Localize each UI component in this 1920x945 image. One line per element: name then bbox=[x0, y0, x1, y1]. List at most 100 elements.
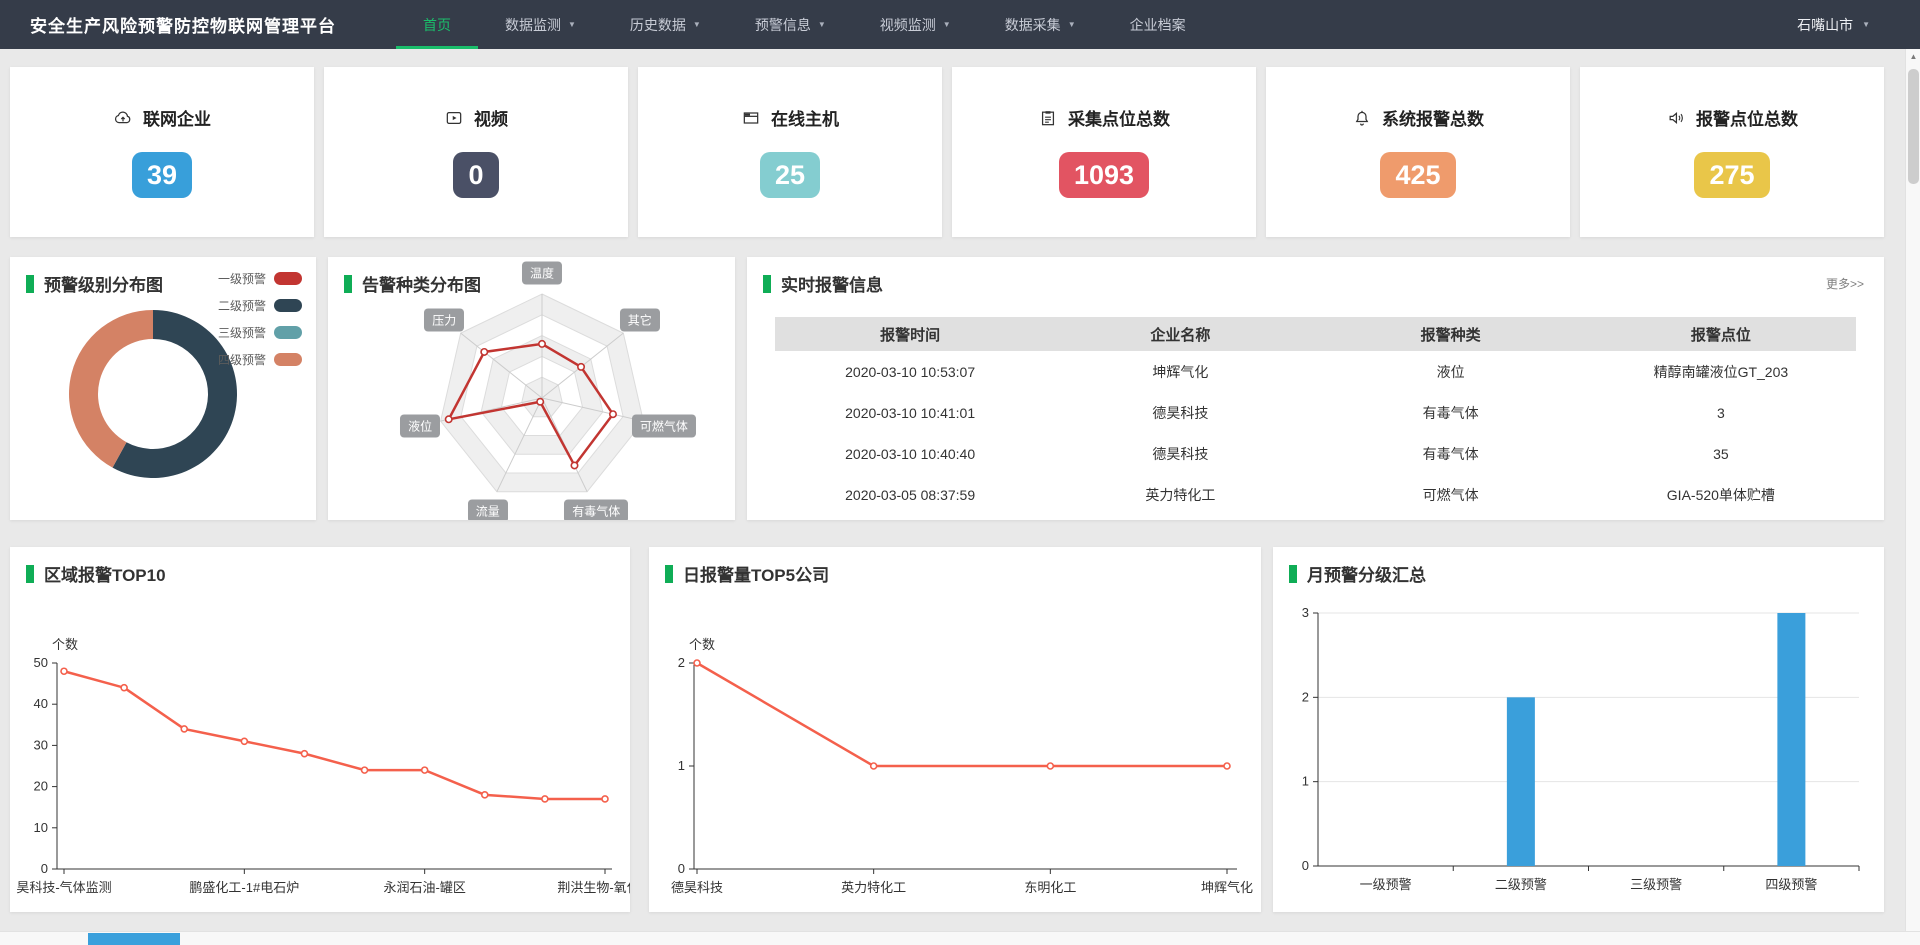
legend-label: 二级预警 bbox=[218, 297, 266, 314]
svg-text:德昊科技: 德昊科技 bbox=[671, 880, 723, 895]
stat-card-value: 39 bbox=[132, 152, 192, 198]
title-accent-bar bbox=[344, 275, 352, 293]
panel-title-text: 告警种类分布图 bbox=[362, 271, 481, 296]
column-header-type: 报警种类 bbox=[1316, 324, 1586, 345]
cell-type: 有毒气体 bbox=[1316, 444, 1586, 464]
radar-axis-label: 可燃气体 bbox=[632, 414, 696, 437]
legend-item-3[interactable]: 三级预警 bbox=[218, 319, 302, 346]
chevron-down-icon: ▼ bbox=[693, 20, 701, 29]
stat-card-value: 425 bbox=[1380, 152, 1455, 198]
stat-card-title: 报警点位总数 bbox=[1580, 67, 1884, 130]
cell-point: GIA-520单体贮槽 bbox=[1586, 485, 1856, 505]
region-selector[interactable]: 石嘴山市 ▼ bbox=[1797, 0, 1870, 49]
nav-item-enterprise-archive[interactable]: 企业档案 bbox=[1103, 0, 1213, 49]
panel-alarm-type: 告警种类分布图 温度其它可燃气体有毒气体流量液位压力 bbox=[328, 257, 735, 520]
nav-item-home[interactable]: 首页 bbox=[396, 0, 478, 49]
svg-text:个数: 个数 bbox=[689, 637, 715, 652]
cell-type: 有毒气体 bbox=[1316, 403, 1586, 423]
monthly-summary-bar-chart[interactable]: 0123一级预警二级预警三级预警四级预警 bbox=[1273, 547, 1884, 912]
chevron-down-icon: ▼ bbox=[818, 20, 826, 29]
title-accent-bar bbox=[665, 565, 673, 583]
nav-item-data-monitor[interactable]: 数据监测▼ bbox=[478, 0, 603, 49]
navbar: 安全生产风险预警防控物联网管理平台 首页数据监测▼历史数据▼预警信息▼视频监测▼… bbox=[0, 0, 1920, 49]
svg-text:三级预警: 三级预警 bbox=[1630, 877, 1682, 892]
panel-title: 告警种类分布图 bbox=[344, 271, 481, 296]
region-top10-line-chart[interactable]: 个数01020304050昊科技-气体监测鹏盛化工-1#电石炉永润石油-罐区荆洪… bbox=[10, 547, 630, 912]
host-icon bbox=[741, 108, 761, 128]
alarm-row[interactable]: 2020-03-05 08:37:59英力特化工可燃气体GIA-520单体贮槽 bbox=[775, 474, 1856, 515]
legend-item-2[interactable]: 二级预警 bbox=[218, 292, 302, 319]
svg-text:10: 10 bbox=[34, 820, 48, 835]
stat-card-label: 在线主机 bbox=[771, 105, 839, 130]
vertical-scrollbar-thumb[interactable] bbox=[1908, 69, 1919, 184]
clipboard-icon bbox=[1038, 108, 1058, 128]
horizontal-scrollbar-thumb[interactable] bbox=[88, 933, 180, 945]
column-header-time: 报警时间 bbox=[775, 324, 1045, 345]
panel-title-text: 预警级别分布图 bbox=[44, 271, 163, 296]
stat-card-online-hosts: 在线主机25 bbox=[638, 67, 942, 237]
stat-card-title: 在线主机 bbox=[638, 67, 942, 130]
legend-item-4[interactable]: 四级预警 bbox=[218, 346, 302, 373]
nav-item-alert-info[interactable]: 预警信息 ▼ bbox=[728, 0, 853, 49]
svg-text:永润石油-罐区: 永润石油-罐区 bbox=[383, 880, 465, 895]
video-icon bbox=[444, 108, 464, 128]
stat-card-title: 视频 bbox=[324, 67, 628, 130]
cell-company: 坤辉气化 bbox=[1045, 362, 1315, 382]
stat-card-collect-points-total: 采集点位总数1093 bbox=[952, 67, 1256, 237]
cell-point: 精醇南罐液位GT_203 bbox=[1586, 362, 1856, 382]
cell-company: 德昊科技 bbox=[1045, 403, 1315, 423]
cell-time: 2020-03-10 10:41:01 bbox=[775, 405, 1045, 421]
stat-card-online-enterprises: 联网企业39 bbox=[10, 67, 314, 237]
cloud-link-icon bbox=[113, 108, 133, 128]
svg-text:0: 0 bbox=[1302, 858, 1309, 873]
panel-region-top10: 区域报警TOP10 个数01020304050昊科技-气体监测鹏盛化工-1#电石… bbox=[10, 547, 630, 912]
more-link[interactable]: 更多>> bbox=[1826, 275, 1864, 292]
svg-text:英力特化工: 英力特化工 bbox=[841, 880, 906, 895]
scroll-up-icon[interactable]: ▲ bbox=[1906, 52, 1920, 61]
alarm-row[interactable]: 2020-03-10 10:40:40德昊科技有毒气体35 bbox=[775, 433, 1856, 474]
cell-type: 液位 bbox=[1316, 362, 1586, 382]
svg-text:个数: 个数 bbox=[52, 637, 78, 652]
legend-item-1[interactable]: 一级预警 bbox=[218, 265, 302, 292]
svg-text:鹏盛化工-1#电石炉: 鹏盛化工-1#电石炉 bbox=[189, 880, 299, 895]
panel-monthly-summary: 月预警分级汇总 0123一级预警二级预警三级预警四级预警 bbox=[1273, 547, 1884, 912]
stat-card-videos: 视频0 bbox=[324, 67, 628, 237]
nav-item-label: 历史数据 bbox=[630, 15, 686, 35]
svg-text:1: 1 bbox=[678, 758, 685, 773]
panel-title-text: 实时报警信息 bbox=[781, 271, 883, 296]
svg-text:50: 50 bbox=[34, 655, 48, 670]
nav-item-data-collect[interactable]: 数据采集▼ bbox=[978, 0, 1103, 49]
svg-text:30: 30 bbox=[34, 737, 48, 752]
alarm-row[interactable]: 2020-03-10 10:41:01德昊科技有毒气体3 bbox=[775, 392, 1856, 433]
cell-company: 英力特化工 bbox=[1045, 485, 1315, 505]
daily-top5-line-chart[interactable]: 个数012德昊科技英力特化工东明化工坤辉气化 bbox=[649, 547, 1261, 912]
svg-text:二级预警: 二级预警 bbox=[1495, 877, 1547, 892]
stat-card-alarm-points-total: 报警点位总数275 bbox=[1580, 67, 1884, 237]
nav-item-history-data[interactable]: 历史数据 ▼ bbox=[603, 0, 728, 49]
stat-card-label: 采集点位总数 bbox=[1068, 105, 1170, 130]
cell-time: 2020-03-10 10:53:07 bbox=[775, 364, 1045, 380]
svg-text:2: 2 bbox=[1302, 689, 1309, 704]
svg-text:东明化工: 东明化工 bbox=[1024, 880, 1076, 895]
nav-item-label: 数据监测 bbox=[505, 15, 561, 35]
vertical-scrollbar[interactable]: ▲ bbox=[1905, 49, 1920, 931]
svg-text:0: 0 bbox=[678, 861, 685, 876]
svg-text:一级预警: 一级预警 bbox=[1360, 877, 1412, 892]
stat-card-label: 视频 bbox=[474, 105, 508, 130]
alarm-row[interactable]: 2020-03-10 10:53:07坤辉气化液位精醇南罐液位GT_203 bbox=[775, 351, 1856, 392]
panel-title: 日报警量TOP5公司 bbox=[665, 561, 829, 586]
chevron-down-icon: ▼ bbox=[1862, 20, 1870, 29]
nav-item-video-monitor[interactable]: 视频监测▼ bbox=[853, 0, 978, 49]
legend-label: 一级预警 bbox=[218, 270, 266, 287]
svg-text:四级预警: 四级预警 bbox=[1765, 877, 1817, 892]
stat-card-title: 采集点位总数 bbox=[952, 67, 1256, 130]
nav-item-label: 预警信息 bbox=[755, 15, 811, 35]
table-header-row: 报警时间企业名称报警种类报警点位 bbox=[775, 317, 1856, 351]
title-accent-bar bbox=[26, 565, 34, 583]
legend-swatch bbox=[274, 326, 302, 339]
horizontal-scrollbar[interactable] bbox=[0, 931, 1920, 945]
legend-swatch bbox=[274, 272, 302, 285]
panel-title: 实时报警信息 bbox=[763, 271, 883, 296]
panel-title: 月预警分级汇总 bbox=[1289, 561, 1426, 586]
title-accent-bar bbox=[26, 275, 34, 293]
